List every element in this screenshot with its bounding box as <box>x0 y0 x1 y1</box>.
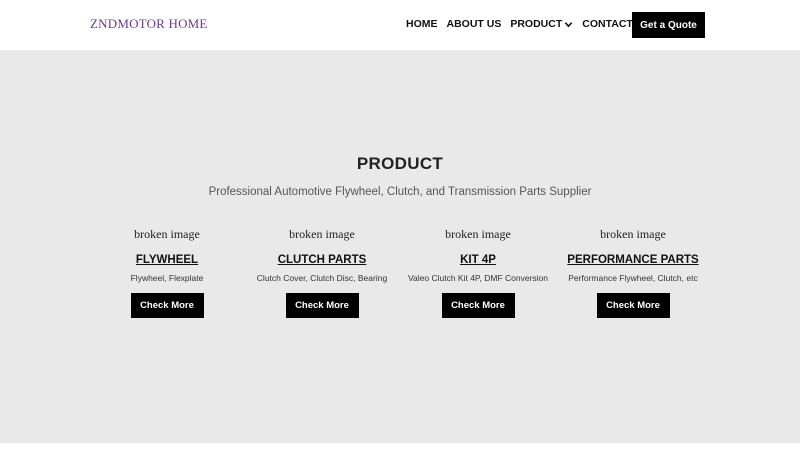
main-nav: HOME ABOUT US PRODUCT CONTACT <box>406 18 655 30</box>
product-description: Flywheel, Flexplate <box>130 273 204 283</box>
product-image: broken image <box>445 227 511 241</box>
product-card-flywheel: broken image FLYWHEEL Flywheel, Flexplat… <box>89 226 245 318</box>
check-more-button[interactable]: Check More <box>596 293 670 318</box>
nav-product[interactable]: PRODUCT <box>510 18 573 30</box>
section-subtitle: Professional Automotive Flywheel, Clutch… <box>208 186 592 198</box>
product-description: Performance Flywheel, Clutch, etc <box>568 273 698 283</box>
product-title-link[interactable]: CLUTCH PARTS <box>244 253 400 267</box>
product-image: broken image <box>134 227 200 241</box>
product-section: PRODUCT Professional Automotive Flywheel… <box>0 50 800 443</box>
chevron-down-icon <box>565 21 573 27</box>
product-title-link[interactable]: PERFORMANCE PARTS <box>555 253 711 267</box>
brand-logo-link[interactable]: ZNDMOTOR HOME <box>90 16 208 32</box>
get-a-quote-button[interactable]: Get a Quote <box>632 12 705 38</box>
check-more-button[interactable]: Check More <box>285 293 359 318</box>
nav-home[interactable]: HOME <box>406 18 438 30</box>
nav-about-us[interactable]: ABOUT US <box>447 18 502 30</box>
product-description: Clutch Cover, Clutch Disc, Bearing <box>256 273 388 283</box>
product-title-link[interactable]: FLYWHEEL <box>89 253 245 267</box>
nav-contact[interactable]: CONTACT <box>582 18 633 30</box>
check-more-button[interactable]: Check More <box>130 293 204 318</box>
product-image: broken image <box>289 227 355 241</box>
product-card-performance-parts: broken image PERFORMANCE PARTS Performan… <box>555 226 711 318</box>
product-image: broken image <box>600 227 666 241</box>
product-card-clutch-parts: broken image CLUTCH PARTS Clutch Cover, … <box>244 226 400 318</box>
footer-edge <box>0 443 800 450</box>
nav-product-label: PRODUCT <box>510 18 563 30</box>
check-more-button[interactable]: Check More <box>441 293 515 318</box>
product-title-link[interactable]: KIT 4P <box>400 253 556 267</box>
site-header: ZNDMOTOR HOME HOME ABOUT US PRODUCT CONT… <box>0 0 800 50</box>
product-card-kit-4p: broken image KIT 4P Valeo Clutch Kit 4P,… <box>400 226 556 318</box>
section-title: PRODUCT <box>356 154 444 173</box>
product-description: Valeo Clutch Kit 4P, DMF Conversion <box>408 273 548 283</box>
